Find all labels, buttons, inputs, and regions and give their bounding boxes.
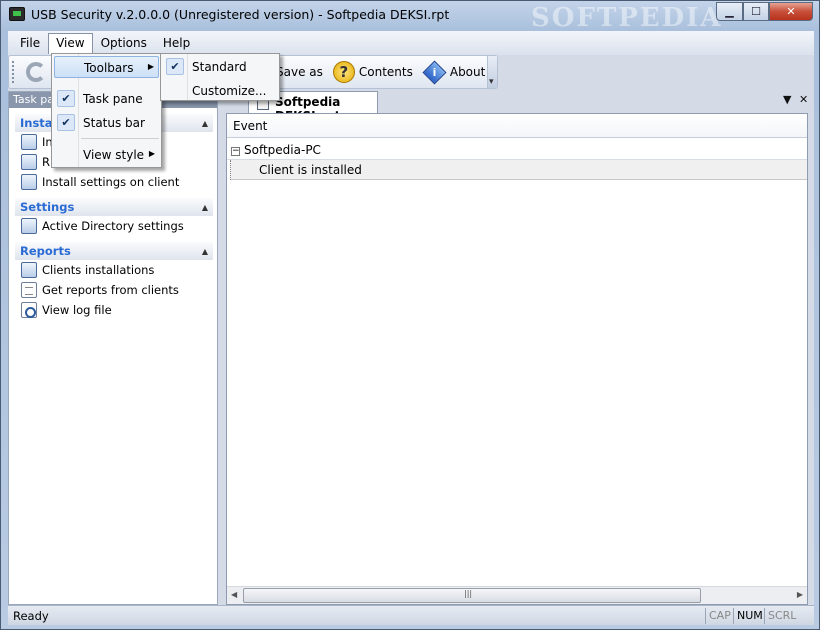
reports-section-header[interactable]: Reports ▲ [15,242,213,260]
remove-icon [21,154,37,170]
info-icon: i [422,59,447,85]
menu-item-view-style[interactable]: View style ▶ [54,144,159,166]
active-directory-item[interactable]: Active Directory settings [15,216,213,236]
collapse-node-icon[interactable]: − [231,147,240,156]
active-directory-icon [21,218,37,234]
menu-item-toolbars-label: Toolbars [84,61,134,75]
status-bar: Ready CAP NUM SCRL [8,605,814,625]
status-text: Ready [13,609,49,623]
window-title: USB Security v.2.0.0.0 (Unregistered ver… [31,7,450,22]
contents-label: Contents [358,65,413,79]
menu-options[interactable]: Options [93,33,155,53]
remove-item-label: R [42,155,50,169]
scrollbar-thumb[interactable] [243,588,701,603]
tree-node-event[interactable]: Client is installed [230,160,807,180]
install-settings-item[interactable]: Install settings on client [15,172,213,192]
tab-list-dropdown-icon[interactable]: ▼ [783,93,791,106]
menu-item-standard[interactable]: ✔ Standard [163,56,277,78]
clients-icon [21,262,37,278]
help-icon: ? [332,61,355,83]
checkmark-icon: ✔ [166,58,184,75]
refresh-button[interactable] [21,57,51,87]
settings-section-header[interactable]: Settings ▲ [15,198,213,216]
menu-item-status-bar[interactable]: ✔ Status bar [54,112,159,134]
log-search-icon [21,302,37,318]
settings-section: Settings ▲ Active Directory settings [15,198,213,236]
watermark: SOFTPEDIA [531,3,723,33]
minimize-button[interactable]: ▁ [716,2,743,21]
tree-event-label: Client is installed [259,163,362,177]
menu-item-task-pane-label: Task pane [83,92,143,106]
close-document-icon[interactable]: ✕ [799,93,808,106]
window-controls: ▁ ☐ ✕ [716,2,813,21]
menu-item-view-style-label: View style [83,148,145,162]
install-settings-icon [21,174,37,190]
about-button[interactable]: i About [418,57,490,87]
menu-item-customize[interactable]: Customize... [163,80,277,102]
event-column-header[interactable]: Event [227,114,807,138]
report-icon [21,282,37,298]
menu-bar: File View Options Help [8,31,814,55]
settings-section-title: Settings [20,200,75,214]
num-lock-indicator: NUM [733,608,766,624]
menu-item-task-pane[interactable]: ✔ Task pane [54,88,159,110]
scroll-lock-indicator: SCRL [764,608,799,624]
get-reports-label: Get reports from clients [42,283,179,297]
document-area: Softpedia DEKSI.rpt ▼ ✕ Event −Softpedia… [223,91,813,605]
reports-section: Reports ▲ Clients installations Get repo… [15,242,213,320]
checkmark-icon: ✔ [57,114,75,131]
active-directory-label: Active Directory settings [42,219,184,233]
collapse-icon[interactable]: ▲ [202,247,208,256]
menu-file[interactable]: File [12,33,48,53]
collapse-icon[interactable]: ▲ [202,203,208,212]
menu-item-toolbars[interactable]: Toolbars ▶ [54,56,159,78]
submenu-arrow-icon: ▶ [147,62,154,71]
menu-item-standard-label: Standard [192,60,247,74]
menu-item-status-bar-label: Status bar [83,116,145,130]
task-pane: Task pa Install ▲ In R Install settings … [8,91,218,605]
toolbar-grip[interactable] [12,61,17,83]
tree-node-computer[interactable]: − Softpedia-PC [227,140,807,160]
horizontal-scrollbar[interactable]: ◀ ▶ [227,586,807,604]
view-log-label: View log file [42,303,112,317]
menu-separator [81,138,159,139]
tree-node-label: Softpedia-PC [244,143,321,157]
toolbars-submenu: ✔ Standard Customize... [160,53,280,101]
report-view: Event − Softpedia-PC Client is installed … [226,113,808,605]
contents-button[interactable]: ? Contents [328,57,418,87]
clients-installations-label: Clients installations [42,263,155,277]
title-bar[interactable]: USB Security v.2.0.0.0 (Unregistered ver… [1,1,819,33]
view-menu-dropdown: Toolbars ▶ ✔ Task pane ✔ Status bar View… [51,53,162,168]
checkmark-icon: ✔ [57,90,75,107]
view-log-item[interactable]: View log file [15,300,213,320]
install-icon [21,134,37,150]
reports-section-title: Reports [20,244,71,258]
caps-lock-indicator: CAP [705,608,734,624]
refresh-icon [26,62,46,82]
install-settings-label: Install settings on client [42,175,180,189]
collapse-icon[interactable]: ▲ [202,119,208,128]
clients-installations-item[interactable]: Clients installations [15,260,213,280]
maximize-button[interactable]: ☐ [743,2,769,21]
menu-item-customize-label: Customize... [192,84,267,98]
menu-help[interactable]: Help [155,33,198,53]
close-button[interactable]: ✕ [769,2,813,21]
about-label: About [449,65,486,79]
get-reports-item[interactable]: Get reports from clients [15,280,213,300]
menu-view[interactable]: View [48,32,93,54]
app-icon[interactable] [9,7,25,21]
save-as-label: Save as [276,65,323,79]
submenu-arrow-icon: ▶ [148,149,155,158]
scroll-right-icon[interactable]: ▶ [797,590,803,599]
scroll-left-icon[interactable]: ◀ [231,590,237,599]
toolbar-overflow-button[interactable] [487,56,497,88]
